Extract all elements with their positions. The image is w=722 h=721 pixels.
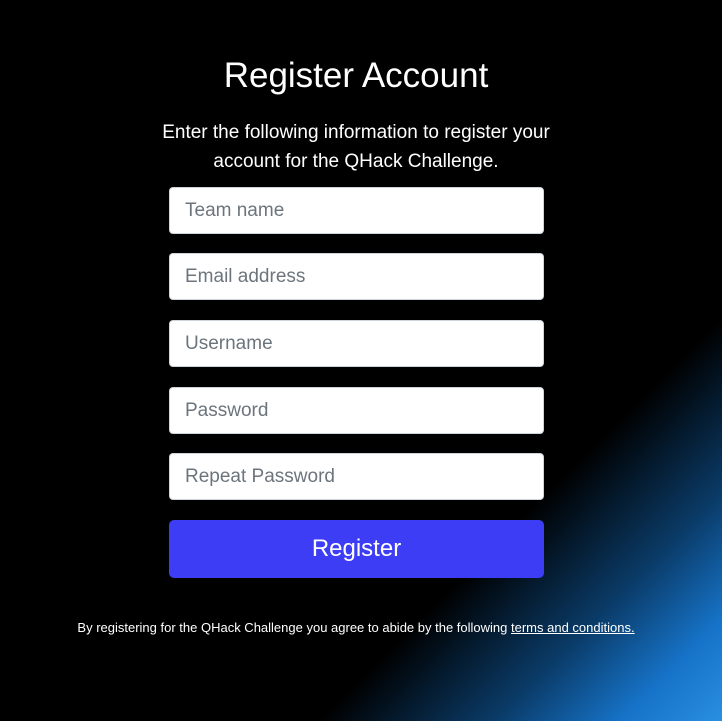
terms-link[interactable]: terms and conditions. <box>511 620 635 635</box>
register-button[interactable]: Register <box>169 520 544 578</box>
password-input[interactable] <box>169 387 544 434</box>
team-name-input[interactable] <box>169 187 544 234</box>
terms-text: By registering for the QHack Challenge y… <box>77 620 511 635</box>
username-input[interactable] <box>169 320 544 367</box>
page-title: Register Account <box>223 56 489 95</box>
terms-notice: By registering for the QHack Challenge y… <box>0 619 712 637</box>
page-subtitle: Enter the following information to regis… <box>162 122 550 172</box>
email-input[interactable] <box>169 253 544 300</box>
repeat-password-input[interactable] <box>169 453 544 500</box>
register-panel: Register Account Enter the following inf… <box>0 0 722 721</box>
